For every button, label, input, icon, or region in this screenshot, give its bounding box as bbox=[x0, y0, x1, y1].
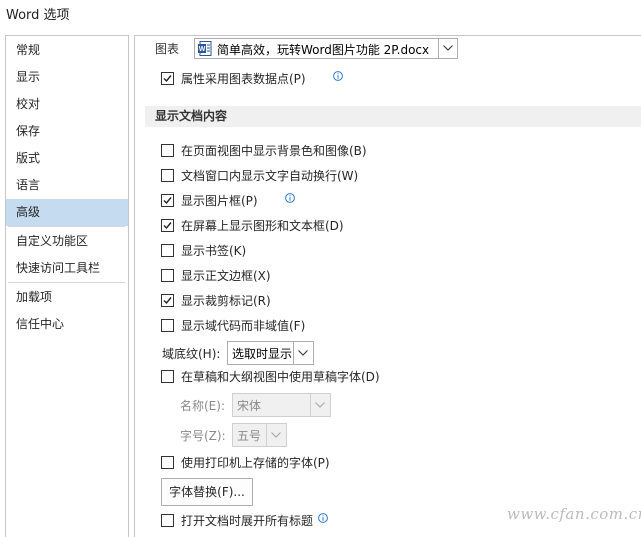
info-icon bbox=[285, 193, 295, 203]
check-icon bbox=[163, 297, 172, 305]
option-label: 文档窗口内显示文字自动换行(W) bbox=[181, 169, 359, 183]
option-label: 显示正文边框(X) bbox=[181, 269, 271, 283]
field-shading-label: 域底纹(H): bbox=[162, 347, 221, 361]
option-label: 显示书签(K) bbox=[181, 244, 247, 258]
checkbox[interactable] bbox=[161, 269, 174, 282]
sidebar-item-display[interactable]: 显示 bbox=[6, 64, 128, 91]
check-icon bbox=[163, 197, 172, 205]
display-section-header: 显示文档内容 bbox=[145, 106, 641, 127]
checkbox[interactable] bbox=[161, 194, 174, 207]
sidebar-item-general[interactable]: 常规 bbox=[6, 37, 128, 64]
window-title: Word 选项 bbox=[6, 8, 70, 23]
font-size-label: 字号(Z): bbox=[180, 429, 226, 443]
option-label: 在草稿和大纲视图中使用草稿字体(D) bbox=[181, 370, 380, 384]
chart-section-label: 图表 bbox=[155, 42, 180, 56]
font-name-label: 名称(E): bbox=[180, 399, 225, 413]
option-label: 显示裁剪标记(R) bbox=[181, 294, 271, 308]
chevron-down-icon bbox=[271, 432, 281, 438]
check-icon bbox=[163, 75, 172, 83]
font-name-select[interactable]: 宋体 bbox=[232, 393, 331, 417]
sidebar-item-quick-access-toolbar[interactable]: 快速访问工具栏 bbox=[6, 255, 128, 282]
checkbox[interactable] bbox=[161, 514, 174, 527]
chevron-down-icon bbox=[443, 45, 453, 51]
sidebar-nav: 常规 显示 校对 保存 版式 语言 高级 自定义功能区 快速访问工具栏 加载项 … bbox=[5, 35, 129, 537]
settings-panel: 图表 W 简单高效，玩转Word图片功能 2P.docx 属性采用图表数据点(P… bbox=[134, 35, 641, 537]
checkbox[interactable] bbox=[161, 319, 174, 332]
sidebar-item-customize-ribbon[interactable]: 自定义功能区 bbox=[6, 228, 128, 255]
sidebar-item-save[interactable]: 保存 bbox=[6, 118, 128, 145]
checkbox[interactable] bbox=[161, 370, 174, 383]
font-size-dropdown-button[interactable] bbox=[266, 424, 286, 446]
title-bar: Word 选项 bbox=[0, 0, 641, 30]
font-size-select[interactable]: 五号 bbox=[232, 423, 287, 447]
checkbox[interactable] bbox=[161, 294, 174, 307]
font-size-value: 五号 bbox=[237, 429, 262, 443]
chart-document-select[interactable]: W 简单高效，玩转Word图片功能 2P.docx bbox=[194, 38, 458, 59]
sidebar-item-language[interactable]: 语言 bbox=[6, 172, 128, 199]
field-shading-select[interactable]: 选取时显示 bbox=[227, 341, 314, 365]
option-label: 在屏幕上显示图形和文本框(D) bbox=[181, 219, 344, 233]
info-icon bbox=[318, 513, 328, 523]
chart-document-dropdown-button[interactable] bbox=[438, 39, 457, 58]
sidebar-item-typography[interactable]: 版式 bbox=[6, 145, 128, 172]
field-shading-dropdown-button[interactable] bbox=[293, 342, 313, 364]
option-label: 打开文档时展开所有标题 bbox=[181, 514, 314, 528]
option-label: 属性采用图表数据点(P) bbox=[181, 72, 306, 86]
font-substitution-button[interactable]: 字体替换(F)... bbox=[161, 478, 253, 506]
check-icon bbox=[163, 222, 172, 230]
sidebar-item-proofing[interactable]: 校对 bbox=[6, 91, 128, 118]
checkbox[interactable] bbox=[161, 169, 174, 182]
checkbox[interactable] bbox=[161, 72, 174, 85]
option-label: 显示域代码而非域值(F) bbox=[181, 319, 306, 333]
option-label: 使用打印机上存储的字体(P) bbox=[181, 456, 330, 470]
watermark: www.cfan.com.cn bbox=[507, 505, 641, 523]
svg-text:W: W bbox=[199, 46, 206, 53]
word-document-icon: W bbox=[198, 41, 212, 56]
sidebar-divider bbox=[8, 282, 125, 283]
sidebar-divider bbox=[8, 226, 125, 227]
sidebar-item-trust-center[interactable]: 信任中心 bbox=[6, 311, 128, 338]
checkbox[interactable] bbox=[161, 219, 174, 232]
option-label: 显示图片框(P) bbox=[181, 194, 258, 208]
font-name-value: 宋体 bbox=[237, 399, 262, 413]
font-name-dropdown-button[interactable] bbox=[310, 394, 330, 416]
chevron-down-icon bbox=[298, 350, 308, 356]
checkbox[interactable] bbox=[161, 144, 174, 157]
checkbox[interactable] bbox=[161, 456, 174, 469]
info-icon bbox=[333, 71, 343, 81]
sidebar-item-advanced[interactable]: 高级 bbox=[6, 199, 128, 226]
field-shading-value: 选取时显示 bbox=[232, 347, 293, 361]
option-label: 在页面视图中显示背景色和图像(B) bbox=[181, 144, 367, 158]
chevron-down-icon bbox=[315, 402, 325, 408]
checkbox[interactable] bbox=[161, 244, 174, 257]
sidebar-item-add-ins[interactable]: 加载项 bbox=[6, 284, 128, 311]
chart-document-value: 简单高效，玩转Word图片功能 2P.docx bbox=[217, 43, 430, 57]
